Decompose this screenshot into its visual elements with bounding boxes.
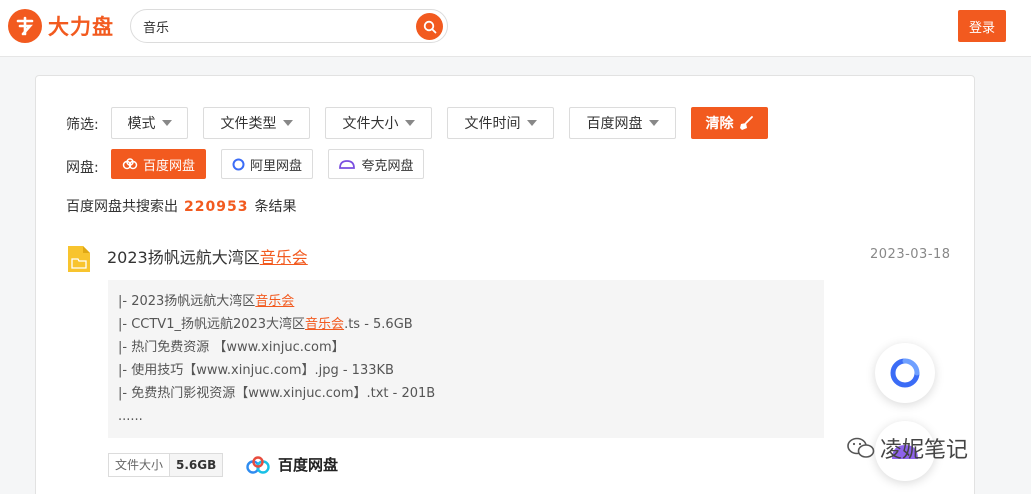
search-input[interactable] <box>143 10 413 42</box>
chevron-down-icon <box>648 120 659 126</box>
filter-file-time[interactable]: 文件时间 <box>447 107 554 139</box>
disk-label: 网盘: <box>66 160 99 176</box>
disk-aliyun-label: 阿里网盘 <box>249 158 302 174</box>
filter-file-type-label: 文件类型 <box>220 116 277 132</box>
folder-icon <box>68 246 90 272</box>
watermark: 凌妮笔记 <box>846 432 968 464</box>
wechat-icon <box>847 437 875 458</box>
provider-name: 百度网盘 <box>278 456 339 474</box>
file-list-item: |- 免费热门影视资源【www.xinjuc.com】.txt - 201B <box>118 382 814 405</box>
top-header: 大力盘 登录 <box>0 0 1031 57</box>
filter-mode-label: 模式 <box>127 116 156 132</box>
disk-baidu[interactable]: 百度网盘 <box>111 149 206 179</box>
floating-refresh-button[interactable] <box>875 343 935 403</box>
filter-mode[interactable]: 模式 <box>111 107 188 139</box>
file-size-badge: 文件大小 5.6GB <box>108 453 224 477</box>
clear-label: 清除 <box>705 116 734 132</box>
result-count-suffix: 条结果 <box>254 199 297 215</box>
file-text: |- 免费热门影视资源【www.xinjuc.com】.txt - 201B <box>118 386 436 401</box>
watermark-text: 凌妮笔记 <box>880 438 969 463</box>
file-list-item: |- 热门免费资源 【www.xinjuc.com】 <box>118 336 814 359</box>
disk-aliyun[interactable]: 阿里网盘 <box>221 149 313 179</box>
filter-provider-label: 百度网盘 <box>586 116 643 132</box>
chevron-down-icon <box>282 120 293 126</box>
baidu-cloud-icon <box>122 158 138 170</box>
aliyun-icon <box>232 158 245 170</box>
logo-icon <box>8 9 42 43</box>
clear-filters-button[interactable]: 清除 <box>691 107 768 139</box>
disk-baidu-label: 百度网盘 <box>142 158 195 174</box>
baidu-cloud-icon <box>246 455 270 474</box>
file-highlight: 音乐会 <box>255 294 295 309</box>
file-text: |- 2023扬帆远航大湾区 <box>118 294 256 309</box>
filter-file-size[interactable]: 文件大小 <box>325 107 432 139</box>
filter-label: 筛选: <box>66 117 99 133</box>
file-suffix: .ts - 5.6GB <box>344 317 413 332</box>
provider-logo: 百度网盘 <box>244 454 338 475</box>
chevron-down-icon <box>526 120 537 126</box>
file-list-item: |- 使用技巧【www.xinjuc.com】.jpg - 133KB <box>118 359 814 382</box>
file-text: |- CCTV1_扬帆远航2023大湾区 <box>118 317 306 332</box>
result-title-link[interactable]: 2023扬帆远航大湾区音乐会 <box>107 244 308 268</box>
file-size-value: 5.6GB <box>170 454 223 476</box>
filter-file-time-label: 文件时间 <box>464 116 521 132</box>
refresh-icon <box>890 358 920 388</box>
search-button[interactable] <box>416 13 443 40</box>
file-list-item: |- CCTV1_扬帆远航2023大湾区音乐会.ts - 5.6GB <box>118 313 814 336</box>
search-icon <box>423 20 436 33</box>
file-list: |- 2023扬帆远航大湾区音乐会 |- CCTV1_扬帆远航2023大湾区音乐… <box>108 280 824 438</box>
site-logo[interactable]: 大力盘 <box>8 9 114 43</box>
file-text: ...... <box>118 409 143 424</box>
results-card: 筛选: 模式 文件类型 文件大小 文件时间 百度网盘 清除 网盘: 百度网盘 阿… <box>35 75 975 494</box>
file-list-item: ...... <box>118 405 814 428</box>
result-count-number: 220953 <box>184 199 249 215</box>
filter-file-size-label: 文件大小 <box>342 116 399 132</box>
result-count-prefix: 百度网盘共搜索出 <box>66 199 178 215</box>
logo-text: 大力盘 <box>48 15 114 39</box>
chevron-down-icon <box>404 120 415 126</box>
search-box <box>130 9 448 43</box>
file-list-item: |- 2023扬帆远航大湾区音乐会 <box>118 290 814 313</box>
file-size-label: 文件大小 <box>109 454 171 476</box>
quark-icon <box>339 160 356 169</box>
broom-icon <box>739 116 753 130</box>
filter-file-type[interactable]: 文件类型 <box>203 107 310 139</box>
chevron-down-icon <box>161 120 172 126</box>
result-count: 百度网盘共搜索出 220953 条结果 <box>66 196 296 216</box>
result-title-highlight: 音乐会 <box>259 248 308 267</box>
file-highlight: 音乐会 <box>305 317 345 332</box>
file-text: |- 使用技巧【www.xinjuc.com】.jpg - 133KB <box>118 363 394 378</box>
file-text: |- 热门免费资源 【www.xinjuc.com】 <box>118 340 345 355</box>
result-title-text: 2023扬帆远航大湾区 <box>107 248 260 267</box>
filter-provider[interactable]: 百度网盘 <box>569 107 676 139</box>
login-button[interactable]: 登录 <box>958 10 1006 42</box>
result-date: 2023-03-18 <box>870 247 951 262</box>
disk-quark-label: 夸克网盘 <box>361 158 414 174</box>
disk-quark[interactable]: 夸克网盘 <box>328 149 424 179</box>
